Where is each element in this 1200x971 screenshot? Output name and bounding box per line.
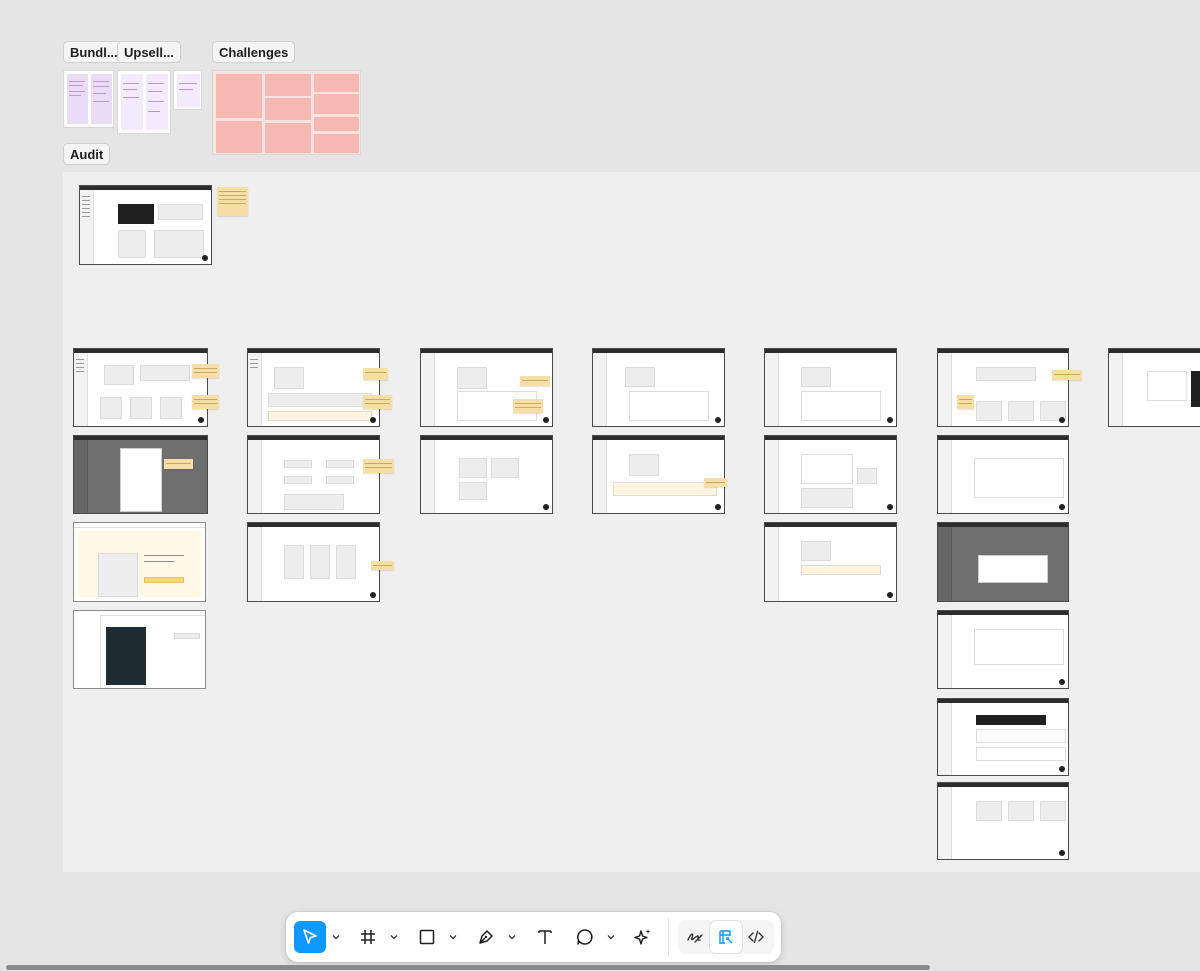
sticky-note[interactable] [1052,370,1082,380]
audit-shot-sections-1[interactable] [73,348,208,427]
design-mode-button[interactable] [710,921,742,953]
audit-shot-bundles-2[interactable] [247,435,380,514]
sparkles-icon [634,929,651,945]
cursor-arrow-icon [303,929,317,944]
sticky-note[interactable] [704,478,727,487]
sticky-note[interactable] [363,459,394,473]
section-label-bundles-text: Bundl... [70,44,118,60]
pen-nib-icon [479,930,493,944]
code-brackets-icon [748,930,764,944]
bottom-toolbar [286,912,781,962]
audit-shot-storefront[interactable] [1108,348,1200,427]
toolbar-divider [668,918,669,956]
section-label-challenges-text: Challenges [219,44,289,60]
move-tool-button[interactable] [294,921,326,953]
horizontal-scrollbar-thumb[interactable] [6,965,930,970]
section-label-audit-text: Audit [70,146,104,162]
chevron-down-icon[interactable] [331,930,341,944]
sticky-note[interactable] [192,395,219,409]
design-palette-icon [719,930,733,944]
audit-shot-sections-modal[interactable] [73,435,208,514]
upsell-board[interactable] [117,70,171,134]
audit-shot-gifts-1[interactable] [592,348,725,427]
section-label-challenges[interactable]: Challenges [212,41,296,63]
frame-tool-button[interactable] [352,921,384,953]
upsell-board-extra[interactable] [173,70,202,110]
audit-shot-upsell-2[interactable] [420,435,553,514]
chevron-down-icon[interactable] [448,930,458,944]
audit-shot-theme-editor[interactable] [73,610,206,689]
pen-tool-button[interactable] [470,921,502,953]
audit-shot-settings-2[interactable] [937,435,1069,514]
audit-shot-banners-2[interactable] [764,435,897,514]
actions-tool-button[interactable] [627,921,659,953]
audit-shot-banners-3[interactable] [764,522,897,602]
design-canvas[interactable]: Bundl... Upsell... Challenges Audit [0,0,1200,971]
section-label-upsell[interactable]: Upsell... [117,41,181,63]
draw-mode-button[interactable] [679,921,711,953]
audit-shot-onboarding[interactable] [937,698,1069,776]
chevron-down-icon[interactable] [507,930,517,944]
sticky-note[interactable] [164,459,193,469]
sticky-note[interactable] [371,561,394,570]
audit-shot-bundles-3[interactable] [247,522,380,602]
dev-mode-button[interactable] [740,921,772,953]
scribble-icon [687,933,703,943]
comment-tool-button[interactable] [569,921,601,953]
hash-frame-icon [361,930,375,944]
sticky-note[interactable] [217,187,248,216]
text-tool-button[interactable] [529,921,561,953]
section-label-upsell-text: Upsell... [124,44,174,60]
sticky-note[interactable] [363,395,392,409]
audit-shot-themes[interactable] [937,782,1069,860]
shape-tool-button[interactable] [411,921,443,953]
audit-shot-upsell-1[interactable] [420,348,553,427]
sticky-note[interactable] [192,364,219,378]
audit-shot-bundles-1[interactable] [247,348,380,427]
section-label-bundles[interactable]: Bundl... [63,41,125,63]
audit-shot-overview[interactable] [79,185,212,265]
sticky-note[interactable] [957,395,974,409]
audit-shot-integrations[interactable] [937,610,1069,689]
bundles-board[interactable] [63,70,114,128]
challenges-board[interactable] [212,70,361,155]
audit-shot-sections-landing[interactable] [73,522,206,602]
sticky-note[interactable] [513,399,543,413]
audit-shot-gifts-2[interactable] [592,435,725,514]
chevron-down-icon[interactable] [389,930,399,944]
sticky-note[interactable] [520,376,550,386]
chevron-down-icon[interactable] [606,930,616,944]
section-label-audit[interactable]: Audit [63,143,111,165]
audit-shot-settings-1[interactable] [937,348,1069,427]
text-t-icon [538,930,552,944]
audit-shot-banners-1[interactable] [764,348,897,427]
audit-shot-settings-modal[interactable] [937,522,1069,602]
speech-bubble-icon [577,929,593,945]
sticky-note[interactable] [363,368,388,380]
square-icon [419,929,435,945]
